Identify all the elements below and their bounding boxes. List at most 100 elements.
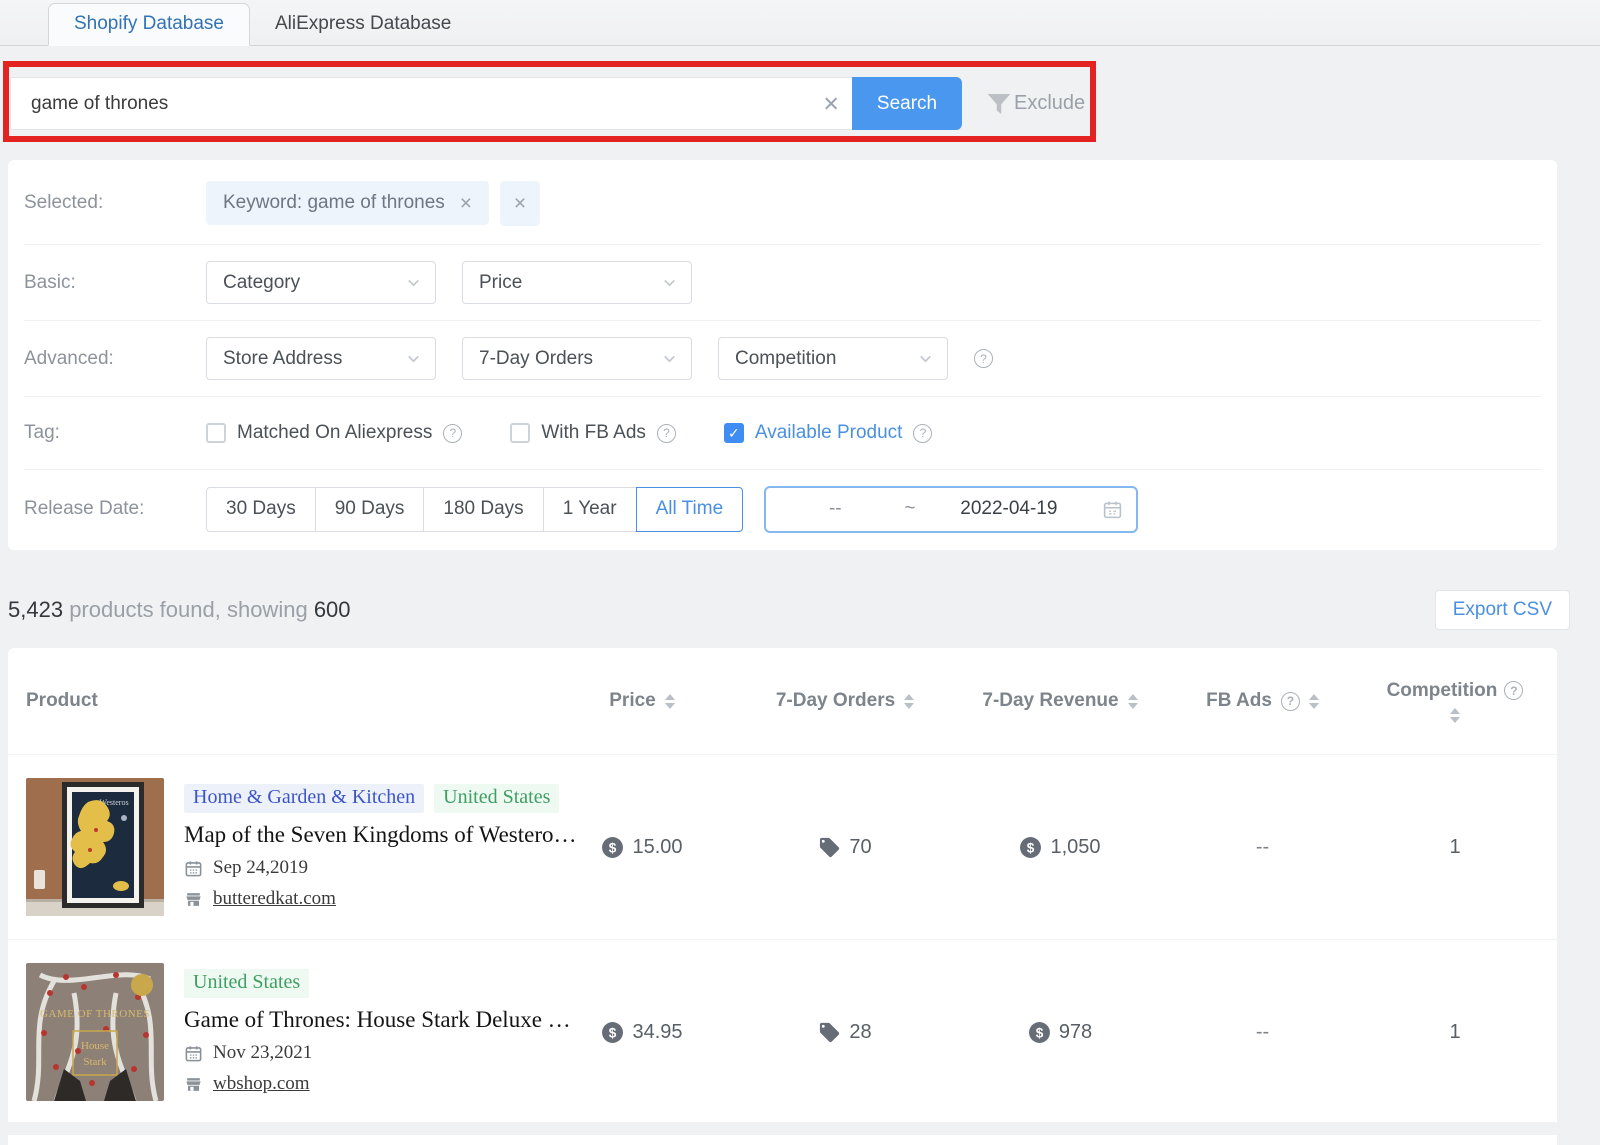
tag-filter-row: Tag: Matched On Aliexpress ? With FB Ads… [24, 397, 1541, 470]
calendar-icon [184, 1044, 203, 1063]
help-icon[interactable]: ? [974, 349, 993, 368]
date-range-picker[interactable]: -- ~ 2022-04-19 [764, 486, 1138, 533]
remove-keyword-icon[interactable]: × [460, 193, 472, 214]
competition-dropdown[interactable]: Competition [718, 337, 948, 380]
advanced-filter-row: Advanced: Store Address 7-Day Orders Com… [24, 321, 1541, 397]
competition-value: 1 [1449, 1021, 1460, 1044]
column-label: FB Ads [1206, 690, 1272, 712]
column-header-fb-ads[interactable]: FB Ads ? [1172, 690, 1353, 712]
chevron-down-icon [917, 350, 934, 367]
release-180-days[interactable]: 180 Days [423, 487, 543, 532]
country-tag[interactable]: United States [184, 969, 309, 998]
dollar-icon: $ [601, 1021, 624, 1044]
column-label: Product [26, 690, 98, 712]
category-tag[interactable]: Home & Garden & Kitchen [184, 784, 424, 813]
orders-dropdown[interactable]: 7-Day Orders [462, 337, 692, 380]
store-domain-link[interactable]: wbshop.com [213, 1073, 310, 1095]
column-header-competition[interactable]: Competition ? [1353, 680, 1557, 723]
sort-icon[interactable] [904, 694, 914, 709]
orders-value: 28 [849, 1021, 871, 1044]
clear-all-filters-button[interactable]: × [500, 181, 540, 226]
help-icon[interactable]: ? [1504, 681, 1523, 700]
available-product-checkbox[interactable]: ✓ [724, 423, 744, 443]
database-tabbar: Shopify Database AliExpress Database [0, 0, 1600, 46]
release-90-days[interactable]: 90 Days [315, 487, 425, 532]
country-tag[interactable]: United States [434, 784, 559, 813]
column-label: Price [609, 690, 655, 712]
store-domain-link[interactable]: butteredkat.com [213, 888, 336, 910]
fb-ads-value: -- [1256, 836, 1269, 859]
product-store: wbshop.com [184, 1073, 542, 1095]
price-dropdown[interactable]: Price [462, 261, 692, 304]
category-dropdown[interactable]: Category [206, 261, 436, 304]
fb-ads-cell: -- [1172, 836, 1353, 859]
results-count: 5,423 [8, 597, 63, 622]
checkbox-label: With FB Ads [541, 422, 646, 444]
chevron-down-icon [661, 350, 678, 367]
available-product-option: ✓ Available Product ? [724, 422, 933, 444]
help-icon[interactable]: ? [1281, 692, 1300, 711]
checkbox-label: Matched On Aliexpress [237, 422, 432, 444]
chevron-down-icon [405, 274, 422, 291]
help-icon[interactable]: ? [657, 424, 676, 443]
export-csv-button[interactable]: Export CSV [1435, 590, 1570, 630]
help-icon[interactable]: ? [443, 424, 462, 443]
revenue-cell: $ 978 [948, 1021, 1172, 1044]
release-1-year[interactable]: 1 Year [543, 487, 637, 532]
sort-icon[interactable] [1128, 694, 1138, 709]
product-image-westeros-map[interactable]: Westeros [26, 778, 164, 916]
competition-cell: 1 [1353, 836, 1557, 859]
release-30-days[interactable]: 30 Days [206, 487, 316, 532]
product-title[interactable]: Map of the Seven Kingdoms of Westero… [184, 822, 542, 848]
clear-search-icon[interactable]: × [823, 90, 839, 117]
svg-text:$: $ [1036, 1025, 1044, 1040]
store-address-dropdown[interactable]: Store Address [206, 337, 436, 380]
svg-text:$: $ [609, 1025, 617, 1040]
product-release-date: Sep 24,2019 [184, 857, 542, 879]
tab-shopify-database[interactable]: Shopify Database [48, 3, 250, 46]
release-all-time[interactable]: All Time [636, 487, 744, 532]
date-from-value: -- [766, 498, 904, 520]
product-title[interactable]: Game of Thrones: House Stark Deluxe … [184, 1007, 542, 1033]
selected-label: Selected: [24, 192, 206, 214]
column-header-product: Product [8, 690, 542, 712]
price-tag-icon [818, 1021, 841, 1044]
price-cell: $ 34.95 [542, 1021, 742, 1044]
sort-icon[interactable] [1450, 708, 1460, 723]
orders-value: 70 [849, 836, 871, 859]
tab-label: Shopify Database [74, 13, 224, 34]
results-summary: 5,423 products found, showing 600 [8, 597, 351, 623]
basic-filter-row: Basic: Category Price [24, 245, 1541, 321]
svg-text:$: $ [609, 840, 617, 855]
column-label: 7-Day Revenue [982, 690, 1118, 712]
sort-icon[interactable] [665, 694, 675, 709]
exclude-filter-button[interactable]: Exclude [984, 89, 1085, 119]
table-row: GAME OF THRONES House Stark United State… [8, 939, 1557, 1122]
results-shown-count: 600 [314, 597, 351, 622]
next-row-peek [8, 1135, 1557, 1145]
price-cell: $ 15.00 [542, 836, 742, 859]
column-header-orders[interactable]: 7-Day Orders [742, 690, 948, 712]
orders-cell: 28 [742, 1021, 948, 1044]
matched-on-aliexpress-option: Matched On Aliexpress ? [206, 422, 462, 444]
orders-cell: 70 [742, 836, 948, 859]
column-header-revenue[interactable]: 7-Day Revenue [948, 690, 1172, 712]
tab-aliexpress-database[interactable]: AliExpress Database [250, 4, 476, 45]
search-input[interactable] [10, 77, 852, 130]
revenue-value: 1,050 [1050, 836, 1100, 859]
with-fb-ads-option: With FB Ads ? [510, 422, 676, 444]
matched-on-aliexpress-checkbox[interactable] [206, 423, 226, 443]
column-header-price[interactable]: Price [542, 690, 742, 712]
competition-cell: 1 [1353, 1021, 1557, 1044]
dollar-icon: $ [601, 836, 624, 859]
with-fb-ads-checkbox[interactable] [510, 423, 530, 443]
sort-icon[interactable] [1309, 694, 1319, 709]
dropdown-value: Price [479, 272, 522, 294]
products-table: Product Price 7-Day Orders 7-Day Revenue… [8, 648, 1557, 1122]
product-image-house-stark-box[interactable]: GAME OF THRONES House Stark [26, 963, 164, 1101]
dropdown-value: Competition [735, 348, 836, 370]
search-button[interactable]: Search [852, 77, 962, 130]
checkbox-label: Available Product [755, 422, 903, 444]
help-icon[interactable]: ? [913, 424, 932, 443]
product-cell: Westeros Home & Garden & Kitchen United … [8, 778, 542, 916]
